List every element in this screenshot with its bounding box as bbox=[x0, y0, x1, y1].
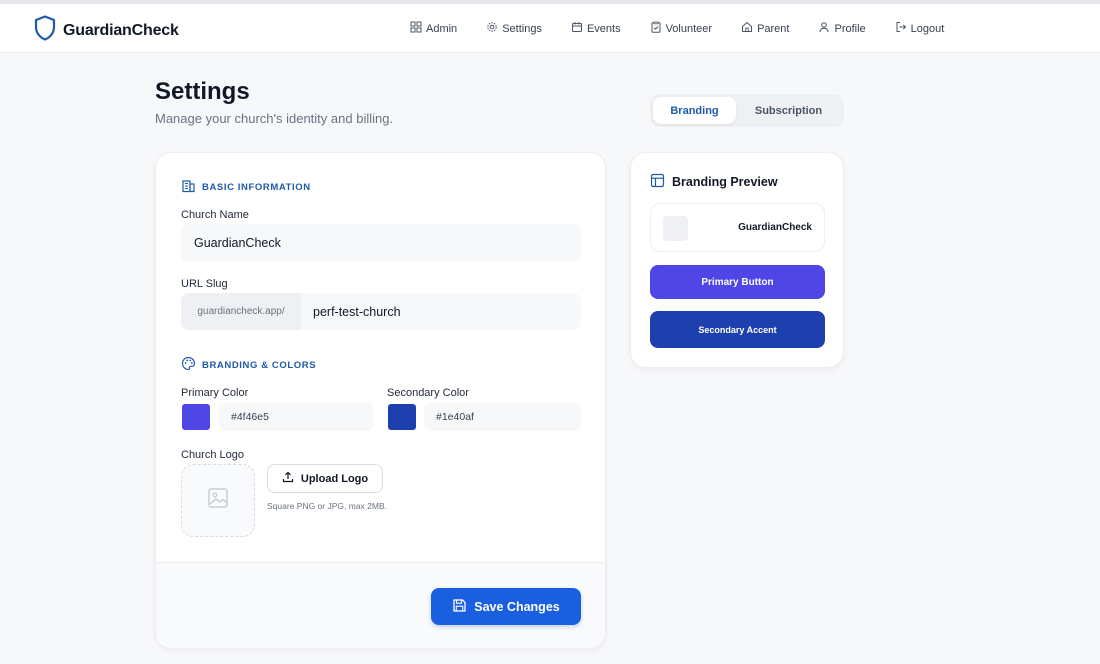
branding-preview-card: Branding Preview GuardianCheck Primary B… bbox=[630, 152, 844, 368]
primary-color-swatch[interactable] bbox=[182, 404, 210, 430]
palette-icon bbox=[181, 356, 202, 374]
shield-icon bbox=[34, 15, 56, 46]
nav-item-parent[interactable]: Parent bbox=[741, 21, 789, 36]
settings-form-card: BASIC INFORMATION Church Name GuardianCh… bbox=[155, 152, 606, 649]
nav-item-profile[interactable]: Profile bbox=[818, 21, 866, 36]
nav-item-volunteer[interactable]: Volunteer bbox=[650, 21, 712, 36]
page-subtitle: Manage your church's identity and billin… bbox=[155, 111, 394, 126]
nav-item-label: Logout bbox=[910, 22, 945, 35]
url-slug-input[interactable]: perf-test-church bbox=[301, 293, 581, 330]
church-name-value: GuardianCheck bbox=[194, 236, 281, 250]
save-button-label: Save Changes bbox=[474, 599, 560, 614]
brand-name: GuardianCheck bbox=[63, 21, 179, 39]
primary-color-input[interactable]: #4f46e5 bbox=[219, 402, 374, 431]
top-navbar: GuardianCheck Admin Settings Events Volu… bbox=[0, 4, 1100, 53]
layout-icon bbox=[650, 173, 672, 191]
secondary-color-value: #1e40af bbox=[436, 410, 474, 423]
upload-logo-button[interactable]: Upload Logo bbox=[267, 464, 383, 493]
nav-item-label: Volunteer bbox=[665, 22, 713, 35]
url-slug-label: URL Slug bbox=[181, 278, 228, 290]
preview-primary-button[interactable]: Primary Button bbox=[650, 265, 825, 299]
nav-item-label: Admin bbox=[426, 22, 458, 35]
logout-icon bbox=[895, 21, 911, 36]
branding-colors-heading: BRANDING & COLORS bbox=[181, 356, 316, 374]
primary-color-value: #4f46e5 bbox=[231, 410, 269, 423]
building-icon bbox=[181, 178, 202, 196]
nav-item-label: Events bbox=[586, 22, 621, 35]
upload-button-label: Upload Logo bbox=[300, 472, 369, 485]
nav-item-label: Parent bbox=[757, 22, 790, 35]
main-nav: Admin Settings Events Volunteer Parent P… bbox=[410, 4, 944, 53]
preview-title-text: Branding Preview bbox=[672, 175, 778, 189]
church-name-input[interactable]: GuardianCheck bbox=[181, 224, 581, 262]
save-icon bbox=[452, 598, 474, 616]
section-heading-text: BASIC INFORMATION bbox=[202, 181, 311, 193]
secondary-color-label: Secondary Color bbox=[387, 387, 469, 399]
preview-heading: Branding Preview bbox=[650, 173, 778, 191]
church-logo-label: Church Logo bbox=[181, 449, 244, 461]
preview-brand-bar: GuardianCheck bbox=[650, 203, 825, 252]
brand[interactable]: GuardianCheck bbox=[34, 15, 179, 46]
upload-icon bbox=[282, 471, 301, 486]
save-changes-button[interactable]: Save Changes bbox=[431, 588, 581, 625]
primary-color-label: Primary Color bbox=[181, 387, 249, 399]
logo-placeholder[interactable] bbox=[181, 464, 255, 537]
nav-item-events[interactable]: Events bbox=[571, 21, 621, 36]
secondary-color-swatch[interactable] bbox=[388, 404, 416, 430]
nav-item-logout[interactable]: Logout bbox=[895, 21, 945, 36]
form-footer: Save Changes bbox=[156, 562, 605, 648]
image-icon bbox=[207, 487, 229, 514]
preview-brand-name: GuardianCheck bbox=[738, 222, 812, 233]
home-icon bbox=[741, 21, 757, 36]
nav-item-settings[interactable]: Settings bbox=[486, 21, 542, 36]
nav-item-label: Settings bbox=[502, 22, 542, 35]
calendar-icon bbox=[571, 21, 587, 36]
nav-item-label: Profile bbox=[834, 22, 866, 35]
church-name-label: Church Name bbox=[181, 209, 249, 221]
logo-hint: Square PNG or JPG, max 2MB. bbox=[267, 501, 387, 511]
tab-subscription[interactable]: Subscription bbox=[736, 97, 841, 124]
settings-tabs: Branding Subscription bbox=[650, 94, 844, 127]
grid-icon bbox=[410, 21, 426, 36]
user-icon bbox=[818, 21, 834, 36]
url-prefix: guardiancheck.app/ bbox=[181, 293, 301, 330]
page-title: Settings bbox=[155, 78, 250, 105]
url-slug-value: perf-test-church bbox=[313, 304, 401, 319]
basic-info-heading: BASIC INFORMATION bbox=[181, 178, 311, 196]
gear-icon bbox=[486, 21, 502, 36]
tab-branding[interactable]: Branding bbox=[653, 97, 736, 124]
nav-item-admin[interactable]: Admin bbox=[410, 21, 457, 36]
preview-logo bbox=[663, 216, 688, 241]
secondary-color-input[interactable]: #1e40af bbox=[424, 402, 581, 431]
preview-secondary-accent: Secondary Accent bbox=[650, 311, 825, 348]
clipboard-check-icon bbox=[650, 21, 666, 36]
section-heading-text: BRANDING & COLORS bbox=[202, 359, 317, 371]
